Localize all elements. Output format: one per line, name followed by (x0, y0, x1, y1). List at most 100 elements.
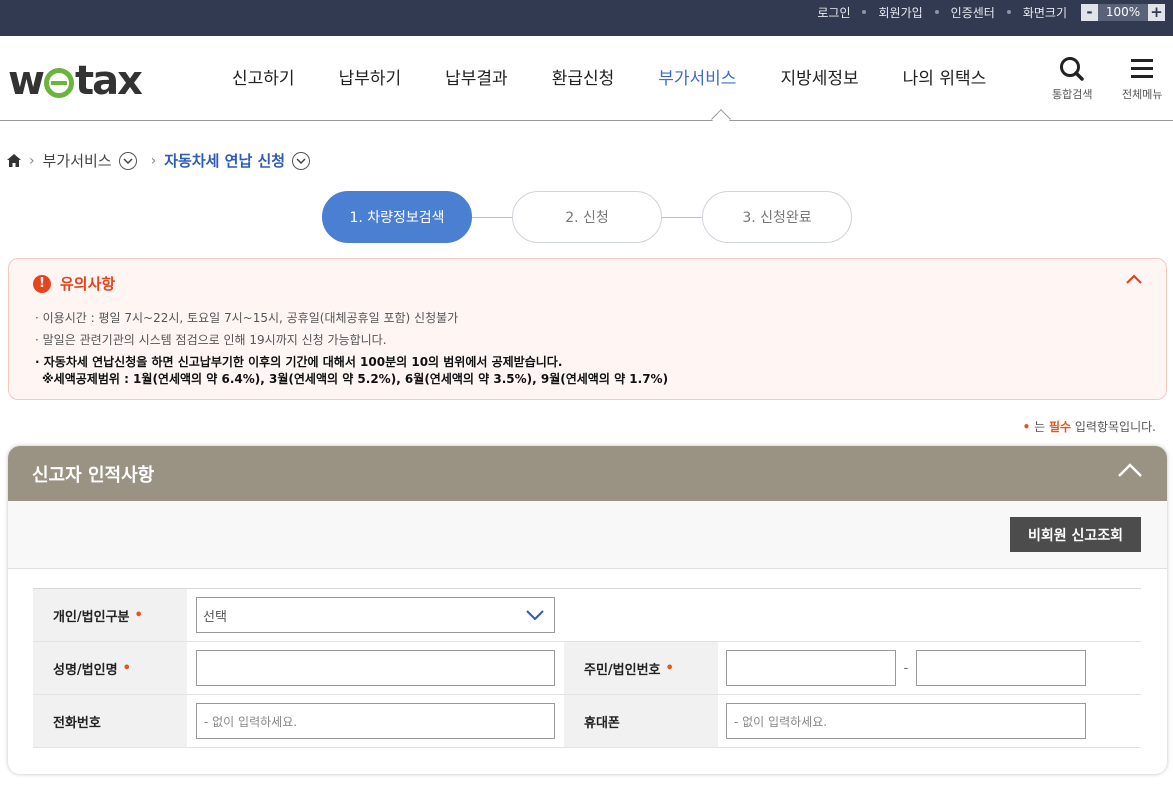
zoom-in-button[interactable]: + (1148, 3, 1165, 21)
form-row: 성명/법인명 • 주민/법인번호 • - (33, 642, 1141, 695)
search-icon (1060, 57, 1084, 81)
step-complete: 3. 신청완료 (702, 191, 852, 243)
required-note-word: 필수 (1048, 420, 1072, 434)
mobile-label: 휴대폰 (564, 695, 718, 747)
logo-text-right: tax (74, 58, 143, 104)
wetax-logo[interactable]: w tax (8, 58, 143, 104)
form-row: 전화번호 - 없이 입력하세요. 휴대폰 - 없이 입력하세요. (33, 695, 1141, 748)
zoom-value: 100% (1098, 3, 1148, 21)
integrated-search-button[interactable]: 통합검색 (1052, 56, 1092, 102)
notice-title: ! 유의사항 (33, 273, 115, 294)
chevron-right-icon: › (29, 152, 35, 169)
chevron-down-icon[interactable] (292, 151, 311, 170)
notice-collapse-button[interactable] (1126, 273, 1142, 288)
form-row: 개인/법인구분 • 선택 (33, 589, 1141, 642)
nav-my-wetax[interactable]: 나의 위택스 (903, 64, 987, 89)
required-mark: • (122, 660, 131, 676)
id-dash: - (903, 660, 909, 676)
menu-label: 전체메뉴 (1122, 88, 1163, 101)
required-mark: • (665, 660, 674, 676)
separator-dot (1006, 10, 1011, 14)
reporter-form: 개인/법인구분 • 선택 성명/법인명 • 주민/법인번호 • - 전화번호 -… (33, 588, 1141, 748)
chevron-up-icon (1118, 463, 1142, 477)
warning-icon: ! (33, 274, 51, 293)
progress-steps: 1. 차량정보검색 2. 신청 3. 신청완료 (322, 191, 852, 243)
id-label-text: 주민/법인번호 (584, 662, 661, 678)
phone-label-text: 전화번호 (53, 715, 101, 731)
chevron-down-icon (526, 610, 544, 620)
id-number-front-input[interactable] (726, 650, 896, 686)
separator-dot (862, 10, 867, 14)
nav-payment[interactable]: 납부하기 (339, 64, 402, 89)
breadcrumb-parent[interactable]: 부가서비스 (43, 150, 112, 171)
id-number-cell: - (718, 642, 1086, 694)
hamburger-icon (1131, 59, 1154, 78)
required-mark: • (134, 607, 143, 623)
logo-e-mark (43, 68, 74, 98)
panel-title: 신고자 인적사항 (32, 464, 155, 486)
notice-deduction-range: ※세액공제범위 : 1월(연세액의 약 6.4%), 3월(연세액의 약 5.2… (42, 372, 669, 386)
nav-payment-result[interactable]: 납부결과 (445, 64, 508, 89)
notice-strong-line: 자동차세 연납신청을 하면 신고납부기한 이후의 기간에 대해서 100분의 1… (43, 355, 563, 369)
screen-size-label: 화면크기 (1022, 5, 1067, 20)
utility-links: 로그인 회원가입 인증센터 화면크기 - 100% + (817, 0, 1165, 24)
required-bullet: • (1022, 420, 1031, 434)
type-cell: 선택 (187, 589, 555, 641)
nav-local-tax-info[interactable]: 지방세정보 (780, 64, 858, 89)
required-note-prefix: 는 (1034, 420, 1046, 434)
step-connector (662, 216, 702, 218)
type-label-text: 개인/법인구분 (53, 609, 130, 625)
phone-label: 전화번호 (33, 695, 187, 747)
notice-item: 말일은 관련기관의 시스템 점검으로 인해 19시까지 신청 가능합니다. (35, 329, 668, 351)
step-apply: 2. 신청 (512, 191, 662, 243)
chevron-right-icon: › (150, 152, 157, 169)
all-menu-button[interactable]: 전체메뉴 (1122, 56, 1162, 102)
panel-collapse-button[interactable] (1117, 462, 1143, 483)
chevron-down-icon[interactable] (118, 151, 137, 170)
home-icon[interactable] (7, 154, 21, 167)
panel-header: 신고자 인적사항 (8, 446, 1167, 501)
name-cell (187, 642, 564, 694)
name-input[interactable] (196, 650, 555, 686)
mobile-cell: - 없이 입력하세요. (718, 695, 1086, 747)
phone-cell: - 없이 입력하세요. (187, 695, 564, 747)
type-select[interactable]: 선택 (196, 597, 555, 633)
type-label: 개인/법인구분 • (33, 589, 187, 641)
reporter-info-panel: 신고자 인적사항 비회원 신고조회 개인/법인구분 • 선택 성명/법인명 • … (8, 446, 1167, 774)
nonmember-inquiry-button[interactable]: 비회원 신고조회 (1010, 517, 1141, 552)
id-number-label: 주민/법인번호 • (564, 642, 718, 694)
main-nav: 신고하기 납부하기 납부결과 환급신청 부가서비스 지방세정보 나의 위택스 (232, 64, 1030, 89)
breadcrumb-current[interactable]: 자동차세 연납 신청 (164, 150, 285, 171)
cert-center-link[interactable]: 인증센터 (951, 4, 995, 21)
required-note-suffix: 입력항목입니다. (1074, 420, 1156, 434)
site-header: w tax 신고하기 납부하기 납부결과 환급신청 부가서비스 지방세정보 나의… (0, 36, 1173, 129)
notice-title-text: 유의사항 (60, 275, 116, 293)
logo-text-left: w (8, 58, 45, 104)
notice-item: 이용시간 : 평일 7시~22시, 토요일 7시~15시, 공휴일(대체공휴일 … (35, 307, 668, 329)
active-nav-indicator (711, 109, 731, 129)
login-link[interactable]: 로그인 (817, 4, 850, 21)
chevron-up-icon (1126, 274, 1142, 284)
notice-box: ! 유의사항 이용시간 : 평일 7시~22시, 토요일 7시~15시, 공휴일… (8, 258, 1167, 400)
phone-input[interactable]: - 없이 입력하세요. (196, 703, 555, 739)
name-label: 성명/법인명 • (33, 642, 187, 694)
nav-extra-services[interactable]: 부가서비스 (658, 64, 736, 89)
mobile-label-text: 휴대폰 (584, 715, 620, 731)
separator-dot (934, 10, 939, 14)
signup-link[interactable]: 회원가입 (878, 4, 922, 21)
breadcrumb: › 부가서비스 › 자동차세 연납 신청 (7, 150, 311, 171)
utility-bar: 로그인 회원가입 인증센터 화면크기 - 100% + (0, 0, 1173, 36)
nav-report[interactable]: 신고하기 (232, 64, 295, 89)
name-label-text: 성명/법인명 (53, 662, 118, 678)
id-number-back-input[interactable] (916, 650, 1086, 686)
notice-item-emphasis: 자동차세 연납신청을 하면 신고납부기한 이후의 기간에 대해서 100분의 1… (35, 354, 668, 388)
required-note: • 는 필수 입력항목입니다. (1023, 418, 1156, 435)
nav-refund[interactable]: 환급신청 (552, 64, 615, 89)
zoom-out-button[interactable]: - (1081, 3, 1098, 21)
step-connector (472, 216, 512, 218)
panel-toolbar: 비회원 신고조회 (8, 501, 1167, 569)
mobile-input[interactable]: - 없이 입력하세요. (726, 703, 1086, 739)
step-vehicle-search: 1. 차량정보검색 (322, 191, 472, 243)
zoom-control: - 100% + (1081, 3, 1165, 21)
notice-list: 이용시간 : 평일 7시~22시, 토요일 7시~15시, 공휴일(대체공휴일 … (35, 307, 668, 388)
